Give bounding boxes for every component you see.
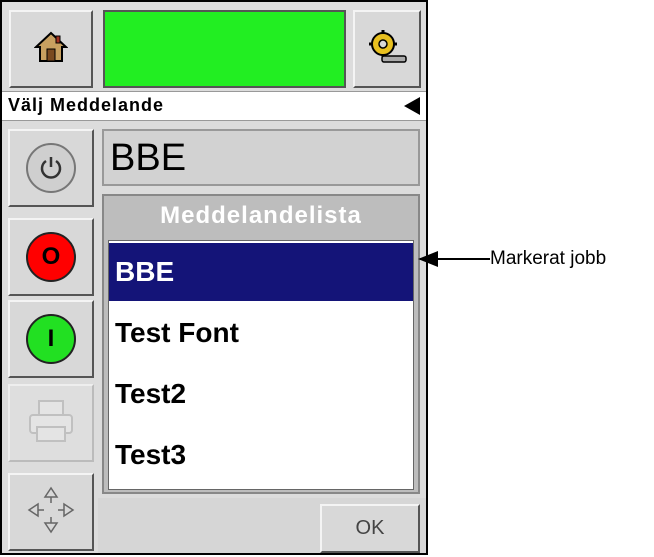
callout-label: Markerat jobb <box>490 248 607 269</box>
callout-arrow <box>418 251 438 267</box>
bottom-bar: OK <box>98 498 426 553</box>
ok-button[interactable]: OK <box>320 504 420 553</box>
selected-message-field: BBE <box>102 129 420 186</box>
message-list-item-selected[interactable]: BBE <box>109 243 413 301</box>
settings-button[interactable] <box>353 10 421 88</box>
selected-message-name: BBE <box>110 137 187 179</box>
sidebar: O I <box>2 123 98 557</box>
printer-control-panel: Välj Meddelande O I BBE Meddelandelista … <box>0 0 428 555</box>
direction-pad-icon <box>26 485 76 540</box>
power-button[interactable] <box>8 129 94 207</box>
status-indicator <box>103 10 346 88</box>
message-list-item[interactable]: Test Font <box>109 304 413 362</box>
start-button[interactable]: I <box>8 300 94 378</box>
gear-wrench-icon <box>366 28 408 71</box>
printer-icon <box>27 399 75 448</box>
start-label: I <box>26 314 76 364</box>
navigation-button[interactable] <box>8 473 94 551</box>
title-bar: Välj Meddelande <box>2 91 426 121</box>
stop-button[interactable]: O <box>8 218 94 296</box>
message-list: BBE Test Font Test2 Test3 <box>108 240 414 490</box>
power-icon <box>26 143 76 193</box>
home-button[interactable] <box>9 10 93 88</box>
message-list-header: Meddelandelista <box>160 202 362 229</box>
message-list-panel: Meddelandelista BBE Test Font Test2 Test… <box>102 194 420 494</box>
print-button <box>8 384 94 462</box>
screen-title: Välj Meddelande <box>8 95 165 115</box>
back-arrow-icon[interactable] <box>404 97 420 115</box>
home-icon <box>33 31 69 68</box>
stop-label: O <box>26 232 76 282</box>
message-list-item[interactable]: Test3 <box>109 426 413 484</box>
message-list-item[interactable]: Test2 <box>109 365 413 423</box>
